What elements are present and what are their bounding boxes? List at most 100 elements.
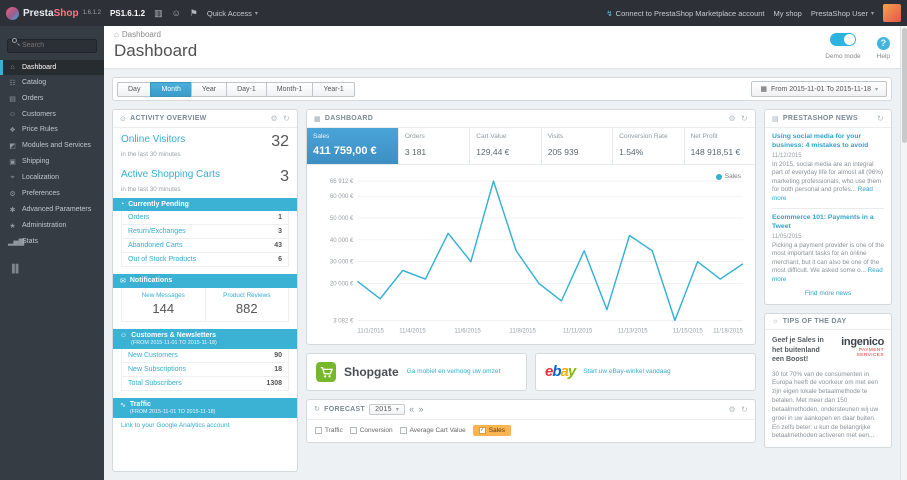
forecast-legend-conversion[interactable]: Conversion [349, 426, 393, 434]
advanced-parameters-icon: ✱ [9, 206, 16, 214]
notification-product-reviews[interactable]: Product Reviews 882 [204, 288, 289, 321]
gear-icon[interactable]: ⚙ [271, 114, 278, 123]
kpi-orders[interactable]: Orders 3 181 [399, 128, 471, 164]
ebay-promo-card: ebay Start uw eBay-winkel vandaag [535, 352, 756, 391]
sales-chart: Sales 3 082 € 20 000 € 30 000 € 40 000 € 50 … [307, 165, 755, 344]
prestashop-logo-icon [6, 6, 19, 20]
help-icon[interactable]: ? [876, 36, 890, 50]
currently-pending-header: ◔ Currently Pending [113, 198, 297, 211]
refresh-icon[interactable]: ↻ [877, 114, 884, 123]
ebay-logo: ebay [545, 363, 576, 381]
forecast-panel: ↻ FORECAST 2015 ▾ « » ⚙ ↻ Traffic Conver… [306, 398, 756, 443]
checkbox-icon [399, 426, 407, 434]
pending-row-out-of-stock[interactable]: Out of Stock Products 6 [122, 253, 288, 266]
user-menu[interactable]: PrestaShop User ▾ [811, 9, 874, 18]
filter-month-1-button[interactable]: Month-1 [265, 81, 314, 97]
customers-newsletters-header: ☺ Customers & Newsletters (FROM 2015-11-0… [113, 329, 297, 349]
next-year-button[interactable]: » [418, 404, 423, 414]
scrollbar-thumb[interactable] [902, 28, 907, 143]
svg-text:66 912 €: 66 912 € [330, 179, 354, 185]
news-item-date: 11/05/2015 [772, 233, 802, 240]
forecast-legend-traffic[interactable]: Traffic [315, 426, 343, 434]
megaphone-icon[interactable]: ⚑ [190, 8, 198, 19]
active-carts-value: 3 [280, 168, 289, 185]
sidebar-item-advanced-parameters[interactable]: ✱ Advanced Parameters [0, 202, 104, 218]
my-shop-link[interactable]: My shop [774, 9, 802, 18]
sidebar-item-modules[interactable]: ◩ Modules and Services [0, 138, 104, 154]
customers-icon: ☺ [8, 110, 17, 118]
legend-dot-icon [715, 173, 722, 180]
pending-row-abandoned-carts[interactable]: Abandoned Carts 43 [122, 239, 288, 253]
page-title: Dashboard [114, 41, 198, 60]
filter-day-1-button[interactable]: Day-1 [226, 81, 267, 97]
administration-icon: ★ [9, 222, 16, 230]
sidebar-item-localization[interactable]: ⌖ Localization [0, 170, 104, 186]
sidebar-item-customers[interactable]: ☺ Customers [0, 107, 104, 122]
filter-day-button[interactable]: Day [117, 81, 152, 97]
cart-icon[interactable]: ▥ [154, 8, 163, 19]
chart-legend: Sales [715, 173, 741, 180]
refresh-icon[interactable]: ↻ [741, 405, 748, 414]
news-item-title[interactable]: Using social media for your business: 4 … [772, 133, 884, 151]
shopgate-brand: Shopgate [344, 364, 399, 379]
svg-text:3 082 €: 3 082 € [333, 318, 354, 324]
google-analytics-link[interactable]: Link to your Google Analytics account [113, 418, 297, 437]
sidebar-item-stats[interactable]: ▂▅▇ Stats [0, 234, 104, 250]
find-more-news-link[interactable]: Find more news [772, 289, 884, 301]
sidebar-item-administration[interactable]: ★ Administration [0, 218, 104, 234]
news-item-title[interactable]: Ecommerce 101: Payments in a Tweet [772, 214, 884, 232]
sidebar-item-preferences[interactable]: ⚙ Preferences [0, 186, 104, 202]
customer-icon[interactable]: ☺ [172, 8, 181, 18]
marketplace-link[interactable]: ↯ Connect to PrestaShop Marketplace acco… [606, 9, 764, 18]
avatar[interactable] [883, 4, 901, 22]
sidebar-item-label: Advanced Parameters [22, 206, 92, 213]
gear-icon[interactable]: ⚙ [729, 114, 736, 123]
sidebar-item-orders[interactable]: ▤ Orders [0, 91, 104, 107]
filter-month-button[interactable]: Month [150, 81, 192, 97]
forecast-legend-average-cart-value[interactable]: Average Cart Value [399, 426, 466, 434]
notification-new-messages[interactable]: New Messages 144 [122, 288, 205, 321]
prev-year-button[interactable]: « [409, 404, 414, 414]
refresh-icon[interactable]: ↻ [741, 114, 748, 123]
demo-mode-toggle[interactable] [829, 33, 856, 46]
search-input[interactable] [7, 38, 97, 53]
page-header: ⌂ Dashboard Dashboard Demo mode ? Help [104, 26, 900, 69]
page-scrollbar[interactable] [900, 26, 907, 480]
filter-year-button[interactable]: Year [190, 81, 228, 97]
kpi-conversion-rate[interactable]: Conversion Rate 1.54% [613, 128, 685, 164]
quick-access-menu[interactable]: Quick Access ▾ [207, 9, 258, 18]
shopgate-promo-card: Shopgate Ga mobiel en verhoog uw omzet [306, 352, 527, 391]
shop-name-link[interactable]: PS1.6.1.2 [110, 9, 145, 18]
pending-row-orders[interactable]: Orders 1 [122, 211, 288, 225]
forecast-legend-sales[interactable]: ✓ Sales [472, 424, 511, 436]
tips-icon: ☼ [772, 318, 779, 326]
prestashop-logo[interactable]: PrestaShop 1.6.1.2 [6, 6, 101, 20]
panel-title: TIPS OF THE DAY [782, 318, 847, 326]
kpi-net-profit[interactable]: Net Profit 148 918,51 € [685, 128, 755, 164]
checkbox-icon [315, 426, 322, 434]
customers-row-total-subscribers[interactable]: Total Subscribers 1308 [122, 377, 288, 390]
svg-text:11/15/2015: 11/15/2015 [673, 328, 703, 334]
kpi-visits[interactable]: Visits 205 939 [542, 128, 614, 164]
customers-row-new-customers[interactable]: New Customers 90 [122, 349, 288, 363]
ebay-promo-link[interactable]: Start uw eBay-winkel vandaag [583, 368, 670, 375]
pending-row-returns[interactable]: Return/Exchanges 3 [122, 225, 288, 239]
gear-icon[interactable]: ⚙ [729, 405, 736, 414]
forecast-icon: ↻ [314, 406, 321, 414]
sidebar-item-dashboard[interactable]: ⌂ Dashboard [0, 59, 104, 75]
online-visitors-label[interactable]: Online Visitors [121, 134, 185, 145]
refresh-icon[interactable]: ↻ [283, 114, 290, 123]
forecast-year-select[interactable]: 2015 ▾ [369, 403, 406, 415]
filter-year-1-button[interactable]: Year-1 [312, 81, 355, 97]
date-range-picker[interactable]: ▦ From 2015-11-01 To 2015-11-18 ▾ [751, 81, 887, 97]
kpi-cart-value[interactable]: Cart Value 129,44 € [470, 128, 542, 164]
collapse-sidebar-button[interactable]: ▐▌ [9, 264, 95, 273]
sidebar-item-label: Administration [22, 222, 67, 229]
sidebar-item-price-rules[interactable]: ❖ Price Rules [0, 122, 104, 138]
sidebar-item-shipping[interactable]: ▣ Shipping [0, 154, 104, 170]
customers-row-new-subscriptions[interactable]: New Subscriptions 18 [122, 363, 288, 377]
active-carts-label[interactable]: Active Shopping Carts [121, 169, 220, 180]
sidebar-item-catalog[interactable]: ☷ Catalog [0, 75, 104, 91]
shopgate-promo-link[interactable]: Ga mobiel en verhoog uw omzet [407, 368, 501, 375]
kpi-sales[interactable]: Sales 411 759,00 € [307, 128, 399, 164]
